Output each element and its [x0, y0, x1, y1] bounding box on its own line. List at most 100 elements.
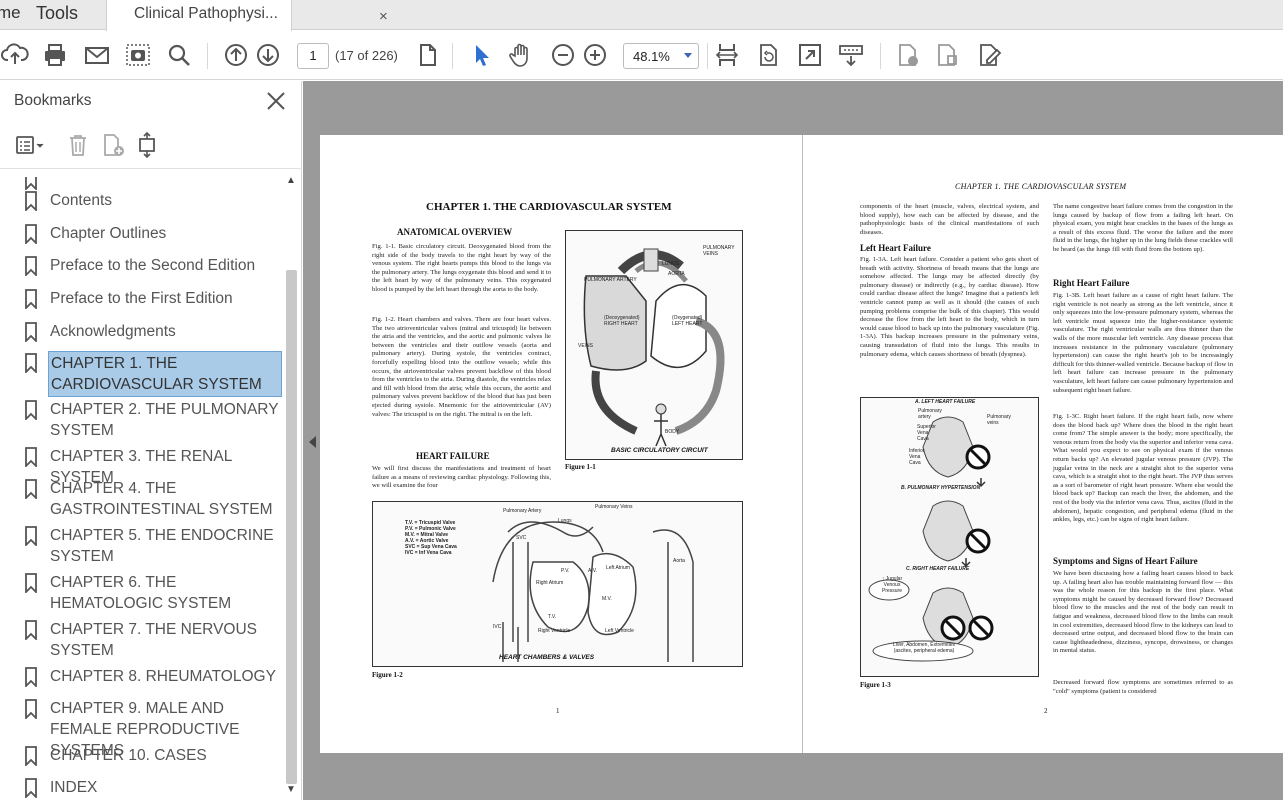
fig-label: Aorta: [673, 558, 685, 564]
fig-panel-title: A. LEFT HEART FAILURE: [915, 399, 976, 405]
bookmark-label: INDEX: [50, 779, 98, 796]
tab-document[interactable]: Clinical Pathophysi... ×: [106, 0, 388, 31]
scroll-down-icon[interactable]: ▼: [286, 784, 296, 795]
bookmark-list: Contents Chapter Outlines Preface to the…: [0, 177, 282, 800]
figure-caption: Figure 1-3: [860, 681, 891, 689]
figure-title: HEART CHAMBERS & VALVES: [499, 654, 595, 661]
bookmark-icon: [25, 526, 37, 546]
chapter-title: CHAPTER 1. THE CARDIOVASCULAR SYSTEM: [426, 201, 672, 213]
sign-icon[interactable]: [974, 40, 1004, 70]
scroll-mode-icon[interactable]: [836, 40, 866, 70]
bookmarks-panel: Bookmarks Contents Chapter Outlines Pref…: [0, 81, 302, 800]
bookmark-label: CHAPTER 7. THE NERVOUS SYSTEM: [50, 621, 258, 659]
snapshot-icon[interactable]: [123, 40, 153, 70]
pdf-reader-window: me Tools Clinical Pathophysi... × 1 (17 …: [0, 0, 1283, 800]
bookmark-icon: [25, 778, 37, 798]
fig-label: Pulmonary veins: [987, 414, 1011, 426]
next-page-icon[interactable]: [253, 40, 283, 70]
figure-caption: Figure 1-1: [565, 463, 596, 471]
section-heading: HEART FAILURE: [416, 451, 490, 461]
delete-bookmark-icon[interactable]: [62, 130, 94, 160]
bookmark-icon: [25, 224, 37, 244]
collapse-panel-icon[interactable]: [309, 436, 316, 448]
tab-close-icon[interactable]: ×: [379, 3, 388, 31]
figure-caption: Figure 1-2: [372, 671, 403, 679]
hand-tool-icon[interactable]: [506, 40, 536, 70]
fig-label: Lungs: [558, 518, 572, 524]
body-paragraph: Fig. 1-3B. Left heart failure as a cause…: [1053, 292, 1233, 394]
scroll-up-icon[interactable]: ▲: [286, 175, 296, 186]
search-icon[interactable]: [164, 40, 194, 70]
tab-home[interactable]: me: [0, 0, 41, 30]
body-paragraph: Fig. 1-1. Basic circulatory circuit. Deo…: [372, 243, 551, 293]
page-fit-icon[interactable]: [412, 40, 442, 70]
section-heading: ANATOMICAL OVERVIEW: [397, 227, 513, 237]
close-icon[interactable]: [264, 89, 288, 113]
bookmarks-toolbar: [0, 126, 302, 166]
heart-failure-diagram: [868, 416, 994, 662]
bookmark-label: CHAPTER 2. THE PULMONARY SYSTEM: [50, 401, 279, 439]
print-icon[interactable]: [40, 40, 70, 70]
chevron-down-icon: [684, 53, 692, 58]
tab-document-label: Clinical Pathophysi...: [134, 5, 278, 22]
fig-label: Superior Vena Cava: [917, 424, 936, 442]
bookmark-icon: [25, 289, 37, 309]
zoom-select[interactable]: 48.1%: [623, 43, 699, 69]
scroll-thumb[interactable]: [286, 270, 297, 784]
fit-width-icon[interactable]: [712, 40, 742, 70]
fig-label: M.V.: [602, 596, 612, 602]
page-count: (17 of 226): [335, 48, 398, 63]
bookmark-label: CHAPTER 4. THE GASTROINTESTINAL SYSTEM: [50, 480, 273, 518]
zoom-value: 48.1%: [633, 49, 670, 64]
bookmark-label: CHAPTER 10. CASES: [50, 747, 207, 764]
prev-page-icon[interactable]: [221, 40, 251, 70]
figure-circulatory-circuit: PULMONARY VEINS PULMONARY ARTERY LUNGS (…: [565, 230, 743, 460]
fig-label: Inferior Vena Cava: [909, 448, 925, 466]
fig-label: Liver, Abdomen, Extremities (ascites, pe…: [893, 642, 955, 654]
stamp-icon[interactable]: [932, 40, 962, 70]
comment-icon[interactable]: [893, 40, 923, 70]
email-icon[interactable]: [82, 40, 112, 70]
body-paragraph: We will first discuss the manifestations…: [372, 465, 551, 490]
expand-bookmark-icon[interactable]: [131, 130, 163, 160]
panel-title: Bookmarks: [14, 92, 92, 109]
upload-icon[interactable]: [0, 40, 30, 70]
figure-heart-chambers: T.V. = Tricuspid Valve P.V. = Pulmonic V…: [372, 501, 743, 667]
figure-title: BASIC CIRCULATORY CIRCUIT: [611, 447, 708, 454]
figure-heart-failure: A. LEFT HEART FAILURE Pulmonary artery P…: [860, 397, 1039, 677]
tab-tools[interactable]: Tools: [36, 0, 106, 30]
new-bookmark-icon[interactable]: [98, 130, 130, 160]
fig-label: VEINS: [578, 343, 594, 349]
bookmark-label: Chapter Outlines: [50, 225, 167, 242]
options-menu-icon[interactable]: [14, 130, 46, 160]
bookmark-label: Acknowledgments: [50, 323, 176, 340]
fullscreen-icon[interactable]: [795, 40, 825, 70]
body-paragraph: Fig. 1-3C. Right heart failure. If the r…: [1053, 413, 1233, 524]
zoom-in-icon[interactable]: [580, 40, 610, 70]
bookmark-icon: [25, 746, 37, 766]
fig-label: Right Ventricle: [538, 628, 571, 634]
bookmark-icon: [25, 400, 37, 420]
bookmark-icon: [25, 667, 37, 687]
fig-label: PULMONARY VEINS: [703, 245, 735, 257]
zoom-out-icon[interactable]: [548, 40, 578, 70]
bookmark-icon: [25, 177, 37, 190]
bookmark-label: Preface to the First Edition: [50, 290, 233, 307]
rotate-icon[interactable]: [753, 40, 783, 70]
fig-label: AORTA: [668, 271, 685, 277]
fig-label: Right Atrium: [536, 580, 564, 586]
fig-panel-title: C. RIGHT HEART FAILURE: [906, 566, 970, 572]
bookmark-label: CHAPTER 6. THE HEMATOLOGIC SYSTEM: [50, 574, 232, 612]
bookmarks-scrollbar[interactable]: ▲ ▼: [283, 174, 299, 800]
fig-label: (Oxygenated) LEFT HEART: [672, 315, 703, 327]
page-number-input[interactable]: 1: [297, 43, 329, 69]
document-viewport[interactable]: CHAPTER 1. THE CARDIOVASCULAR SYSTEM ANA…: [303, 81, 1283, 800]
select-tool-icon[interactable]: [466, 40, 496, 70]
fig-label: PULMONARY ARTERY: [584, 277, 637, 283]
page-spread: CHAPTER 1. THE CARDIOVASCULAR SYSTEM ANA…: [320, 135, 1283, 753]
pdf-page-1: CHAPTER 1. THE CARDIOVASCULAR SYSTEM ANA…: [320, 135, 802, 753]
section-heading: Right Heart Failure: [1053, 278, 1130, 288]
body-paragraph: The name congestive heart failure comes …: [1053, 203, 1233, 253]
running-head: CHAPTER 1. THE CARDIOVASCULAR SYSTEM: [955, 182, 1127, 191]
fig-label: A.V.: [588, 568, 597, 574]
